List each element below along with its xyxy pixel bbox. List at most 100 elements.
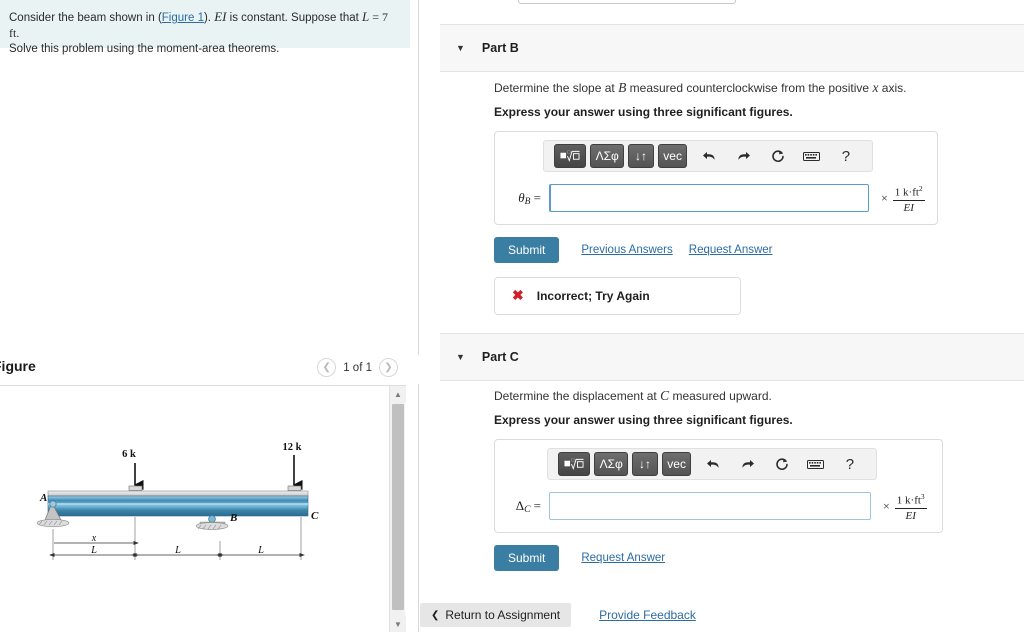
part-b-request-answer-link[interactable]: Request Answer bbox=[689, 244, 773, 256]
part-c-header[interactable]: ▼ Part C bbox=[440, 333, 1024, 381]
figure-next-button[interactable]: ❯ bbox=[379, 358, 398, 377]
part-c-variable-label: ΔC = bbox=[503, 498, 541, 515]
part-c-answer-box: □ ΛΣφ ↓↑ vec ? ΔC = × 1 k·ft3 EI bbox=[494, 439, 943, 533]
part-c-prompt-pre: Determine the displacement at bbox=[494, 389, 661, 403]
arrows-label: ↓↑ bbox=[638, 457, 651, 471]
part-b-math-toolbar: □ ΛΣφ ↓↑ vec ? bbox=[543, 140, 873, 172]
scroll-down-button[interactable]: ▼ bbox=[390, 616, 406, 632]
keyboard-icon[interactable] bbox=[800, 144, 824, 168]
part-b-button-row: Submit Previous Answers Request Answer bbox=[494, 236, 1024, 263]
part-b-feedback: ✖ Incorrect; Try Again bbox=[494, 276, 741, 315]
part-c-unit: × 1 k·ft3 EI bbox=[883, 491, 927, 522]
ei-symbol: EI bbox=[214, 9, 227, 24]
part-b-prompt-mid: measured counterclockwise from the posit… bbox=[626, 81, 873, 95]
math-help-button[interactable]: ? bbox=[834, 144, 858, 168]
figure-counter: 1 of 1 bbox=[343, 361, 372, 374]
part-c-body: Determine the displacement at C measured… bbox=[440, 388, 1024, 571]
part-c-unit-numerator: 1 k·ft bbox=[896, 494, 921, 507]
previous-part-input-stub bbox=[518, 0, 736, 4]
part-c-answer-input[interactable] bbox=[549, 492, 871, 521]
part-b-equals: = bbox=[533, 189, 541, 205]
figure-1-link[interactable]: Figure 1 bbox=[162, 12, 204, 24]
undo-arrow-icon[interactable] bbox=[697, 144, 721, 168]
part-b-input-row: θB = × 1 k·ft2 EI bbox=[495, 183, 937, 214]
math-help-button[interactable]: ? bbox=[838, 452, 862, 476]
vec-label: vec bbox=[667, 457, 686, 471]
svg-text:□: □ bbox=[571, 459, 574, 464]
redo-arrow-icon[interactable] bbox=[731, 144, 755, 168]
dim-x-label: x bbox=[91, 533, 97, 544]
part-b-previous-answers-link[interactable]: Previous Answers bbox=[581, 244, 672, 256]
part-b-unit-denominator: EI bbox=[903, 201, 914, 214]
load-right-label: 12 k bbox=[283, 442, 302, 453]
part-c-variable-symbol: Δ bbox=[515, 497, 525, 513]
label-c: C bbox=[311, 510, 319, 522]
figure-navigation: ❮ 1 of 1 ❯ bbox=[317, 358, 398, 377]
dim-l3-label: L bbox=[257, 545, 264, 556]
figure-prev-button[interactable]: ❮ bbox=[317, 358, 337, 377]
label-a: A bbox=[39, 492, 47, 504]
reset-circle-icon[interactable] bbox=[770, 452, 794, 476]
part-c-prompt-mid: measured upward. bbox=[669, 389, 772, 403]
part-b-answer-box: □ ΛΣφ ↓↑ vec ? θB = × 1 k·ft2 EI bbox=[494, 131, 938, 225]
math-arrows-button[interactable]: ↓↑ bbox=[631, 452, 658, 476]
label-b: B bbox=[229, 512, 237, 524]
part-c-submit-button[interactable]: Submit bbox=[494, 544, 560, 571]
question-statement: Consider the beam shown in (Figure 1). E… bbox=[0, 0, 410, 55]
math-arrows-button[interactable]: ↓↑ bbox=[627, 144, 654, 168]
part-b-prompt: Determine the slope at B measured counte… bbox=[494, 80, 1024, 96]
math-template-button[interactable]: □ bbox=[554, 144, 587, 168]
reset-circle-icon[interactable] bbox=[766, 144, 790, 168]
left-panel: Consider the beam shown in (Figure 1). E… bbox=[0, 0, 419, 632]
scrollbar-thumb[interactable] bbox=[392, 404, 404, 610]
figure-viewport: 6 k 12 k A B C x L L L bbox=[0, 385, 406, 632]
part-c-equals: = bbox=[533, 497, 541, 513]
provide-feedback-link[interactable]: Provide Feedback bbox=[599, 608, 696, 622]
beam-diagram: 6 k 12 k A B C x L L L bbox=[36, 442, 319, 560]
part-b-caret-icon[interactable]: ▼ bbox=[456, 43, 465, 53]
question-text-3: is constant. Suppose that bbox=[226, 12, 363, 24]
part-b-unit: × 1 k·ft2 EI bbox=[881, 183, 925, 214]
figure-title: Figure bbox=[0, 358, 36, 374]
part-b-prompt-post: axis. bbox=[878, 81, 907, 95]
return-to-assignment-button[interactable]: ❮ Return to Assignment bbox=[420, 603, 572, 627]
part-c-request-answer-link[interactable]: Request Answer bbox=[581, 552, 665, 564]
part-c-caret-icon[interactable]: ▼ bbox=[456, 352, 465, 362]
scroll-up-button[interactable]: ▲ bbox=[390, 386, 406, 402]
math-template-icon: □ bbox=[564, 459, 584, 471]
part-b-label: Part B bbox=[481, 41, 519, 55]
greek-label: ΛΣφ bbox=[595, 149, 619, 163]
keyboard-icon[interactable] bbox=[804, 452, 828, 476]
undo-arrow-icon[interactable] bbox=[701, 452, 725, 476]
figure-scrollbar[interactable]: ▲ ▼ bbox=[389, 386, 406, 632]
math-greek-button[interactable]: ΛΣφ bbox=[594, 452, 628, 476]
part-c-math-toolbar: □ ΛΣφ ↓↑ vec ? bbox=[547, 448, 877, 480]
chevron-left-icon: ❮ bbox=[431, 609, 440, 621]
footer-bar: ❮ Return to Assignment Provide Feedback bbox=[420, 603, 696, 627]
part-b-submit-button[interactable]: Submit bbox=[494, 236, 560, 263]
part-b-unit-times: × bbox=[881, 190, 888, 205]
part-c-unit-exp: 3 bbox=[920, 492, 925, 501]
help-label: ? bbox=[841, 147, 851, 165]
part-c-button-row: Submit Request Answer bbox=[494, 544, 1024, 571]
math-vec-button[interactable]: vec bbox=[657, 144, 688, 168]
part-c-unit-times: × bbox=[883, 498, 890, 513]
part-b-unit-numerator: 1 k·ft bbox=[894, 186, 919, 199]
redo-arrow-icon[interactable] bbox=[735, 452, 759, 476]
dim-l2-label: L bbox=[174, 545, 181, 556]
part-c-prompt: Determine the displacement at C measured… bbox=[494, 388, 1024, 404]
right-panel: ▼ Part B Determine the slope at B measur… bbox=[420, 0, 1024, 632]
arrows-label: ↓↑ bbox=[634, 149, 647, 163]
math-template-button[interactable]: □ bbox=[558, 452, 591, 476]
question-text-4: Solve this problem using the moment-area… bbox=[9, 43, 280, 55]
support-roller-b bbox=[195, 515, 229, 530]
part-b-header[interactable]: ▼ Part B bbox=[440, 24, 1024, 72]
vec-label: vec bbox=[663, 149, 682, 163]
question-text-2: ). bbox=[203, 12, 215, 24]
part-c-prompt-var1: C bbox=[660, 388, 670, 403]
math-greek-button[interactable]: ΛΣφ bbox=[590, 144, 624, 168]
error-x-icon: ✖ bbox=[512, 287, 524, 304]
part-b-answer-input[interactable] bbox=[549, 184, 869, 213]
part-b-prompt-pre: Determine the slope at bbox=[494, 81, 619, 95]
math-vec-button[interactable]: vec bbox=[661, 452, 692, 476]
